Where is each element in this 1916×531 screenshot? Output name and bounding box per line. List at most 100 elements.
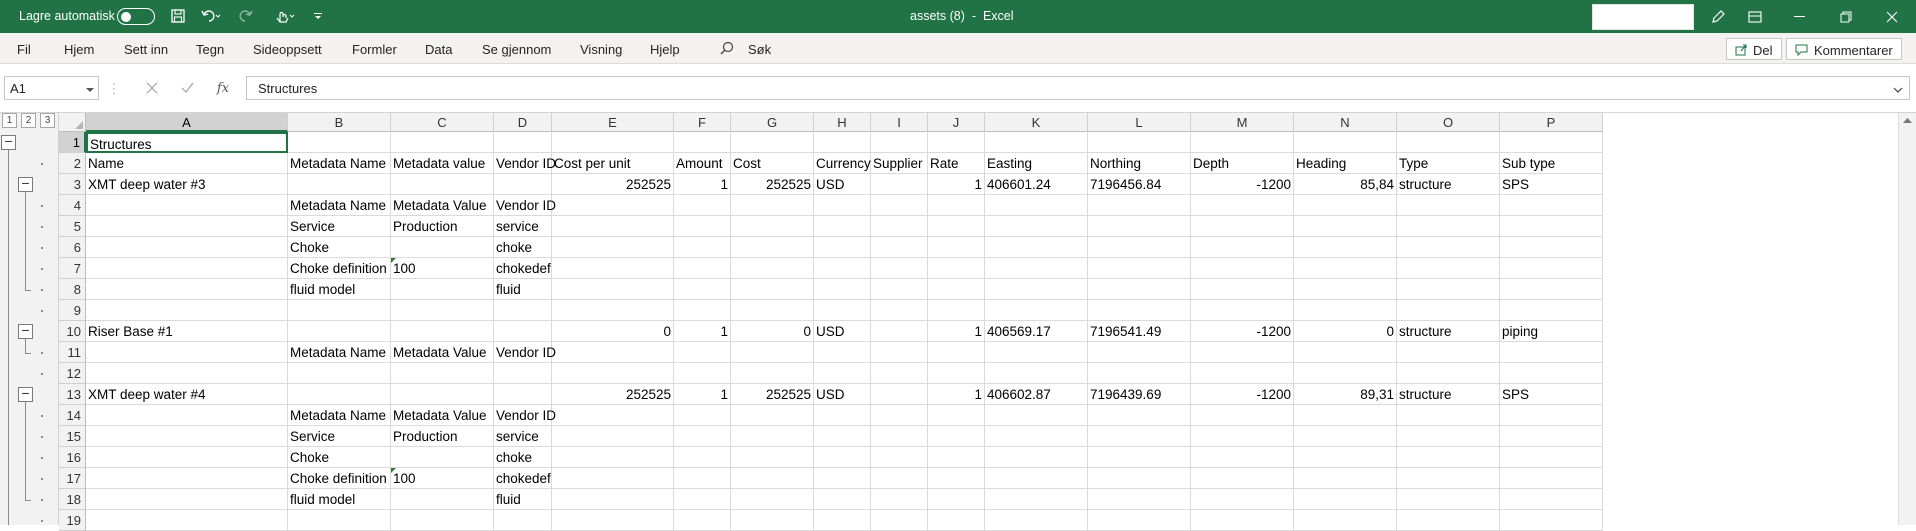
cell-l16[interactable] <box>1088 447 1191 468</box>
cell-c8[interactable] <box>391 279 494 300</box>
row-header-9[interactable]: 9 <box>59 300 86 321</box>
column-header-j[interactable]: J <box>928 113 985 132</box>
cell-e16[interactable] <box>552 447 674 468</box>
cell-e13[interactable]: 252525 <box>552 384 674 405</box>
cell-g16[interactable] <box>731 447 814 468</box>
cell-i5[interactable] <box>871 216 928 237</box>
row-header-11[interactable]: 11 <box>59 342 86 363</box>
cell-f19[interactable] <box>674 510 731 531</box>
cell-m6[interactable] <box>1191 237 1294 258</box>
column-header-c[interactable]: C <box>391 113 494 132</box>
cell-f6[interactable] <box>674 237 731 258</box>
column-header-g[interactable]: G <box>731 113 814 132</box>
cell-n11[interactable] <box>1294 342 1397 363</box>
outline-level-1[interactable]: 1 <box>2 113 17 128</box>
cell-b3[interactable] <box>288 174 391 195</box>
cell-l1[interactable] <box>1088 132 1191 153</box>
cell-b9[interactable] <box>288 300 391 321</box>
cell-d9[interactable] <box>494 300 552 321</box>
cell-o4[interactable] <box>1397 195 1500 216</box>
cell-n1[interactable] <box>1294 132 1397 153</box>
cell-m19[interactable] <box>1191 510 1294 531</box>
cell-f7[interactable] <box>674 258 731 279</box>
name-box[interactable]: A1 <box>4 76 99 100</box>
column-header-e[interactable]: E <box>552 113 674 132</box>
cell-l5[interactable] <box>1088 216 1191 237</box>
cell-f1[interactable] <box>674 132 731 153</box>
cell-e19[interactable] <box>552 510 674 531</box>
cell-n14[interactable] <box>1294 405 1397 426</box>
cell-m10[interactable]: -1200 <box>1191 321 1294 342</box>
row-header-8[interactable]: 8 <box>59 279 86 300</box>
cell-h17[interactable] <box>814 468 871 489</box>
cell-j10[interactable]: 1 <box>928 321 985 342</box>
cell-d1[interactable] <box>494 132 552 153</box>
cell-m2[interactable]: Depth <box>1191 153 1294 174</box>
cell-f13[interactable]: 1 <box>674 384 731 405</box>
cell-j12[interactable] <box>928 363 985 384</box>
cell-k2[interactable]: Easting <box>985 153 1088 174</box>
cell-h8[interactable] <box>814 279 871 300</box>
cell-i9[interactable] <box>871 300 928 321</box>
cell-e14[interactable] <box>552 405 674 426</box>
cell-a16[interactable] <box>86 447 288 468</box>
cell-b15[interactable]: Service <box>288 426 391 447</box>
cell-p17[interactable] <box>1500 468 1603 489</box>
cell-c18[interactable] <box>391 489 494 510</box>
cell-f12[interactable] <box>674 363 731 384</box>
formula-input[interactable]: Structures <box>246 76 1910 100</box>
cell-d13[interactable] <box>494 384 552 405</box>
cell-h18[interactable] <box>814 489 871 510</box>
cell-l17[interactable] <box>1088 468 1191 489</box>
cell-p15[interactable] <box>1500 426 1603 447</box>
cell-i6[interactable] <box>871 237 928 258</box>
cell-c14[interactable]: Metadata Value <box>391 405 494 426</box>
cell-e8[interactable] <box>552 279 674 300</box>
cell-n3[interactable]: 85,84 <box>1294 174 1397 195</box>
cell-m5[interactable] <box>1191 216 1294 237</box>
cell-a5[interactable] <box>86 216 288 237</box>
cell-d19[interactable] <box>494 510 552 531</box>
cell-j2[interactable]: Rate <box>928 153 985 174</box>
cell-p12[interactable] <box>1500 363 1603 384</box>
cell-n19[interactable] <box>1294 510 1397 531</box>
cell-d8[interactable]: fluid <box>494 279 552 300</box>
column-header-m[interactable]: M <box>1191 113 1294 132</box>
cell-b13[interactable] <box>288 384 391 405</box>
cell-f10[interactable]: 1 <box>674 321 731 342</box>
cell-b5[interactable]: Service <box>288 216 391 237</box>
cell-f8[interactable] <box>674 279 731 300</box>
cell-j14[interactable] <box>928 405 985 426</box>
cell-a1[interactable]: Structures <box>86 132 288 153</box>
cell-m18[interactable] <box>1191 489 1294 510</box>
cell-h19[interactable] <box>814 510 871 531</box>
cell-i11[interactable] <box>871 342 928 363</box>
cell-o16[interactable] <box>1397 447 1500 468</box>
cell-i3[interactable] <box>871 174 928 195</box>
tab-file[interactable]: Fil <box>17 42 31 57</box>
search-icon[interactable] <box>720 41 734 58</box>
cell-b17[interactable]: Choke definition <box>288 468 391 489</box>
cell-l11[interactable] <box>1088 342 1191 363</box>
tell-me-search[interactable]: Søk <box>748 42 771 57</box>
cell-a18[interactable] <box>86 489 288 510</box>
cell-p1[interactable] <box>1500 132 1603 153</box>
outline-level-3[interactable]: 3 <box>40 113 55 128</box>
cell-e10[interactable]: 0 <box>552 321 674 342</box>
row-header-7[interactable]: 7 <box>59 258 86 279</box>
cell-k14[interactable] <box>985 405 1088 426</box>
cell-k13[interactable]: 406602.87 <box>985 384 1088 405</box>
customize-toolbar-icon[interactable] <box>310 5 326 27</box>
cell-l8[interactable] <box>1088 279 1191 300</box>
cell-k9[interactable] <box>985 300 1088 321</box>
cell-g18[interactable] <box>731 489 814 510</box>
cell-k17[interactable] <box>985 468 1088 489</box>
cell-n16[interactable] <box>1294 447 1397 468</box>
cell-g15[interactable] <box>731 426 814 447</box>
cell-j15[interactable] <box>928 426 985 447</box>
cell-d12[interactable] <box>494 363 552 384</box>
title-search-box[interactable] <box>1592 4 1694 30</box>
column-header-i[interactable]: I <box>871 113 928 132</box>
cell-p2[interactable]: Sub type <box>1500 153 1603 174</box>
scroll-up-icon[interactable] <box>1903 118 1912 124</box>
